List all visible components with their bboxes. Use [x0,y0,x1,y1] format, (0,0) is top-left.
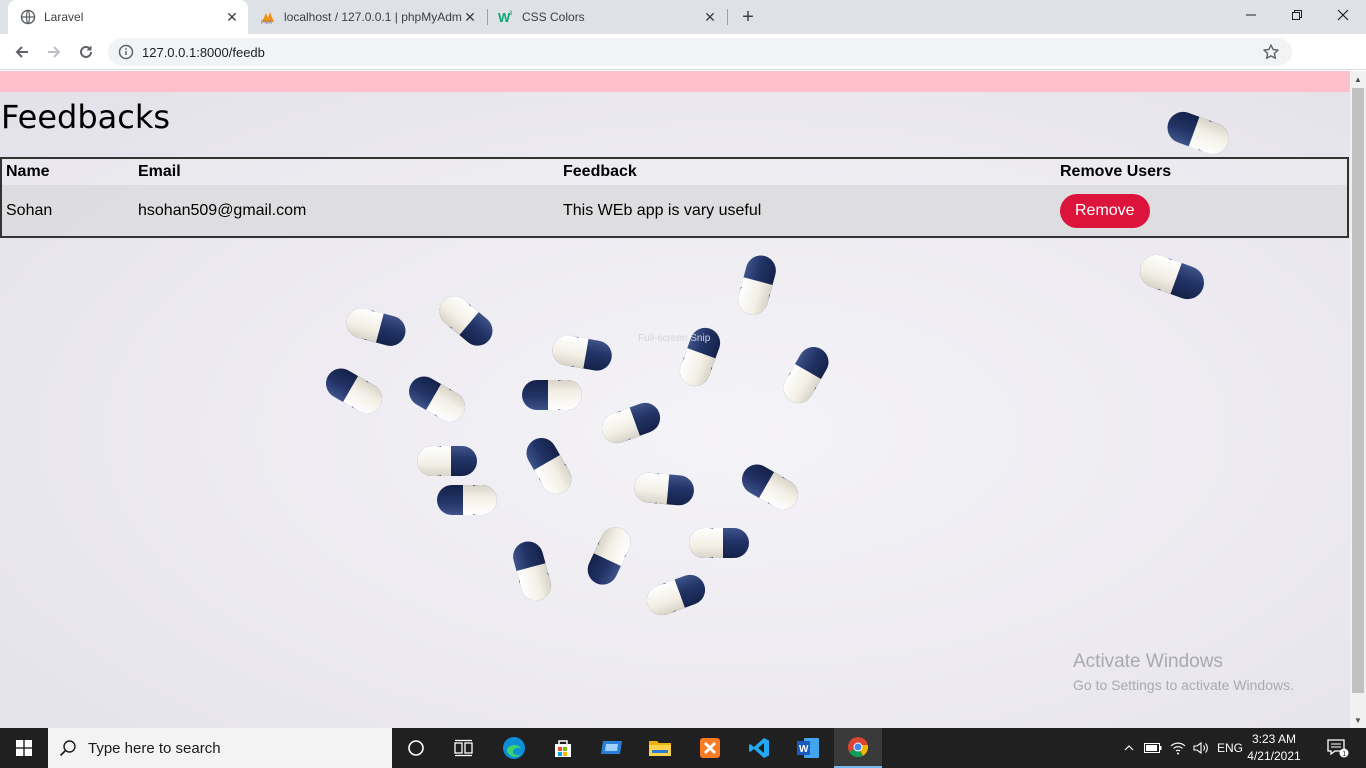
info-icon[interactable] [118,44,134,60]
bookmark-star-icon[interactable] [1262,43,1280,61]
start-button[interactable] [0,728,48,768]
vscode-icon[interactable] [735,728,783,768]
tab-laravel[interactable]: Laravel ✕ [8,0,248,34]
tab-css-colors[interactable]: W3 CSS Colors ✕ [488,0,726,34]
search-placeholder: Type here to search [88,739,221,757]
clock-date: 4/21/2021 [1247,749,1301,763]
feedback-table: Name Email Feedback Remove Users Sohan h… [0,157,1349,238]
svg-text:W: W [799,744,809,755]
close-tab-icon[interactable]: ✕ [224,9,240,25]
vertical-scrollbar[interactable]: ▲ ▼ [1350,71,1366,728]
notification-count: 1 [1342,751,1346,758]
forward-button[interactable] [40,38,68,66]
tab-title: CSS Colors [522,10,585,24]
w3schools-icon: W3 [498,9,514,25]
language-indicator[interactable]: ENG [1214,728,1246,768]
windows-logo-icon [16,740,32,756]
windows-taskbar: Type here to search W ENG 3:23 AM 4/21/2… [0,728,1366,768]
tab-strip: Laravel ✕ PMA localhost / 127.0.0.1 | ph… [0,0,1366,34]
search-icon [48,728,88,768]
new-tab-button[interactable]: + [736,5,760,29]
close-tab-icon[interactable]: ✕ [462,9,478,25]
tab-title: localhost / 127.0.0.1 | phpMyAdmin [284,10,462,24]
battery-icon[interactable] [1142,728,1164,768]
svg-text:PMA: PMA [261,20,273,25]
cortana-icon[interactable] [392,728,440,768]
notification-center-icon[interactable]: 1 [1318,728,1358,768]
activation-watermark-subtitle: Go to Settings to activate Windows. [1073,677,1294,693]
address-bar[interactable]: 127.0.0.1:8000/feedb [108,38,1292,66]
arrow-right-icon [48,46,61,58]
minimize-button[interactable] [1228,0,1274,30]
column-header-email: Email [138,163,181,180]
show-hidden-icons-chevron-icon[interactable] [1120,728,1138,768]
activation-watermark-title: Activate Windows [1073,651,1223,672]
cell-name: Sohan [1,185,134,237]
column-header-feedback: Feedback [563,163,637,180]
xampp-icon[interactable] [686,728,734,768]
word-icon[interactable]: W [784,728,832,768]
table-header-row: Name Email Feedback Remove Users [1,158,1348,185]
phpmyadmin-icon: PMA [260,9,276,25]
reload-icon [80,45,92,58]
top-banner [0,71,1350,92]
browser-toolbar: 127.0.0.1:8000/feedb [0,34,1366,96]
svg-text:3: 3 [509,11,513,17]
column-header-remove-users: Remove Users [1060,163,1172,180]
scroll-thumb[interactable] [1352,88,1364,693]
page-title: Feedbacks [1,98,171,136]
column-header-name: Name [6,163,50,180]
store-icon[interactable] [539,728,587,768]
system-clock[interactable]: 3:23 AM 4/21/2021 [1244,731,1304,765]
chrome-icon[interactable] [834,728,882,768]
url-text: 127.0.0.1:8000/feedb [142,45,265,60]
cell-email: hsohan509@gmail.com [134,185,559,237]
close-window-button[interactable] [1320,0,1366,30]
cell-feedback: This WEb app is vary useful [559,185,1056,237]
remove-button[interactable]: Remove [1060,193,1150,228]
tab-divider [727,9,728,25]
page-viewport: Feedbacks Name Email Feedback Remove Use… [0,71,1350,728]
table-row: Sohan hsohan509@gmail.com This WEb app i… [1,185,1348,237]
edge-icon[interactable] [490,728,538,768]
globe-icon [20,9,36,25]
cell-action: Remove [1056,185,1348,237]
clock-time: 3:23 AM [1251,732,1297,746]
scroll-up-arrow-icon[interactable]: ▲ [1350,71,1366,87]
file-explorer-icon[interactable] [636,728,684,768]
tab-phpmyadmin[interactable]: PMA localhost / 127.0.0.1 | phpMyAdmin ✕ [250,0,486,34]
restore-button[interactable] [1274,0,1320,30]
tab-title: Laravel [44,10,84,24]
wifi-icon[interactable] [1167,728,1189,768]
scroll-down-arrow-icon[interactable]: ▼ [1350,712,1366,728]
task-view-icon[interactable] [440,728,488,768]
reload-button[interactable] [72,38,100,66]
taskbar-search-box[interactable]: Type here to search [48,728,392,768]
remote-desktop-icon[interactable] [588,728,636,768]
back-button[interactable] [8,38,36,66]
close-tab-icon[interactable]: ✕ [702,9,718,25]
arrow-left-icon [15,46,28,58]
volume-icon[interactable] [1190,728,1212,768]
snip-overlay-label: Full-screen Snip [638,333,711,344]
